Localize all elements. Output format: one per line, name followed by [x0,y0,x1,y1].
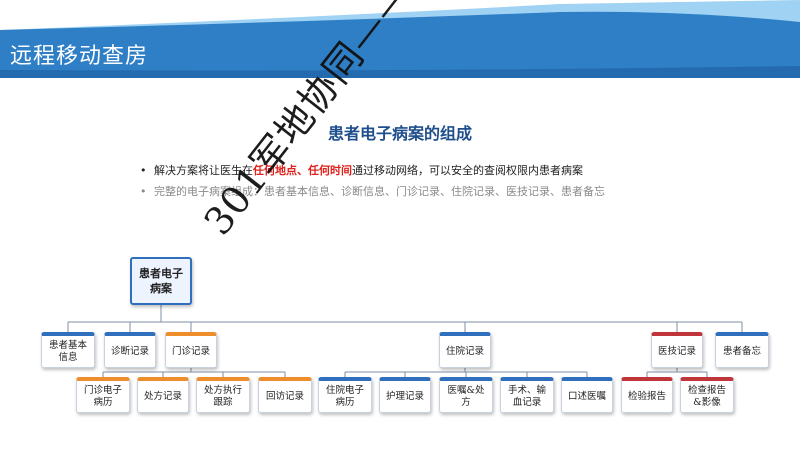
node-verbal-orders: 口述医嘱 [561,377,613,413]
node-lab-report: 检验报告 [621,377,673,413]
node-medtech-record: 医技记录 [651,332,703,368]
node-outpatient-emr: 门诊电子病历 [76,377,130,413]
node-exam-report-imaging: 检查报告&影像 [680,377,734,413]
root-node: 患者电子病案 [130,257,192,305]
node-diagnosis-record: 诊断记录 [104,332,156,368]
node-orders-prescription: 医嘱&处方 [439,377,493,413]
node-inpatient-record: 住院记录 [439,332,491,368]
node-outpatient-record: 门诊记录 [165,332,217,368]
node-followup-record: 回访记录 [258,377,312,413]
node-patient-memo: 患者备忘 [715,332,769,368]
node-prescription-record: 处方记录 [137,377,189,413]
node-patient-basic-info: 患者基本信息 [41,332,95,368]
node-inpatient-emr: 住院电子病历 [318,377,372,413]
node-surgery-transfusion: 手术、输血记录 [500,377,554,413]
node-prescription-tracking: 处方执行跟踪 [196,377,250,413]
node-nursing-record: 护理记录 [379,377,431,413]
